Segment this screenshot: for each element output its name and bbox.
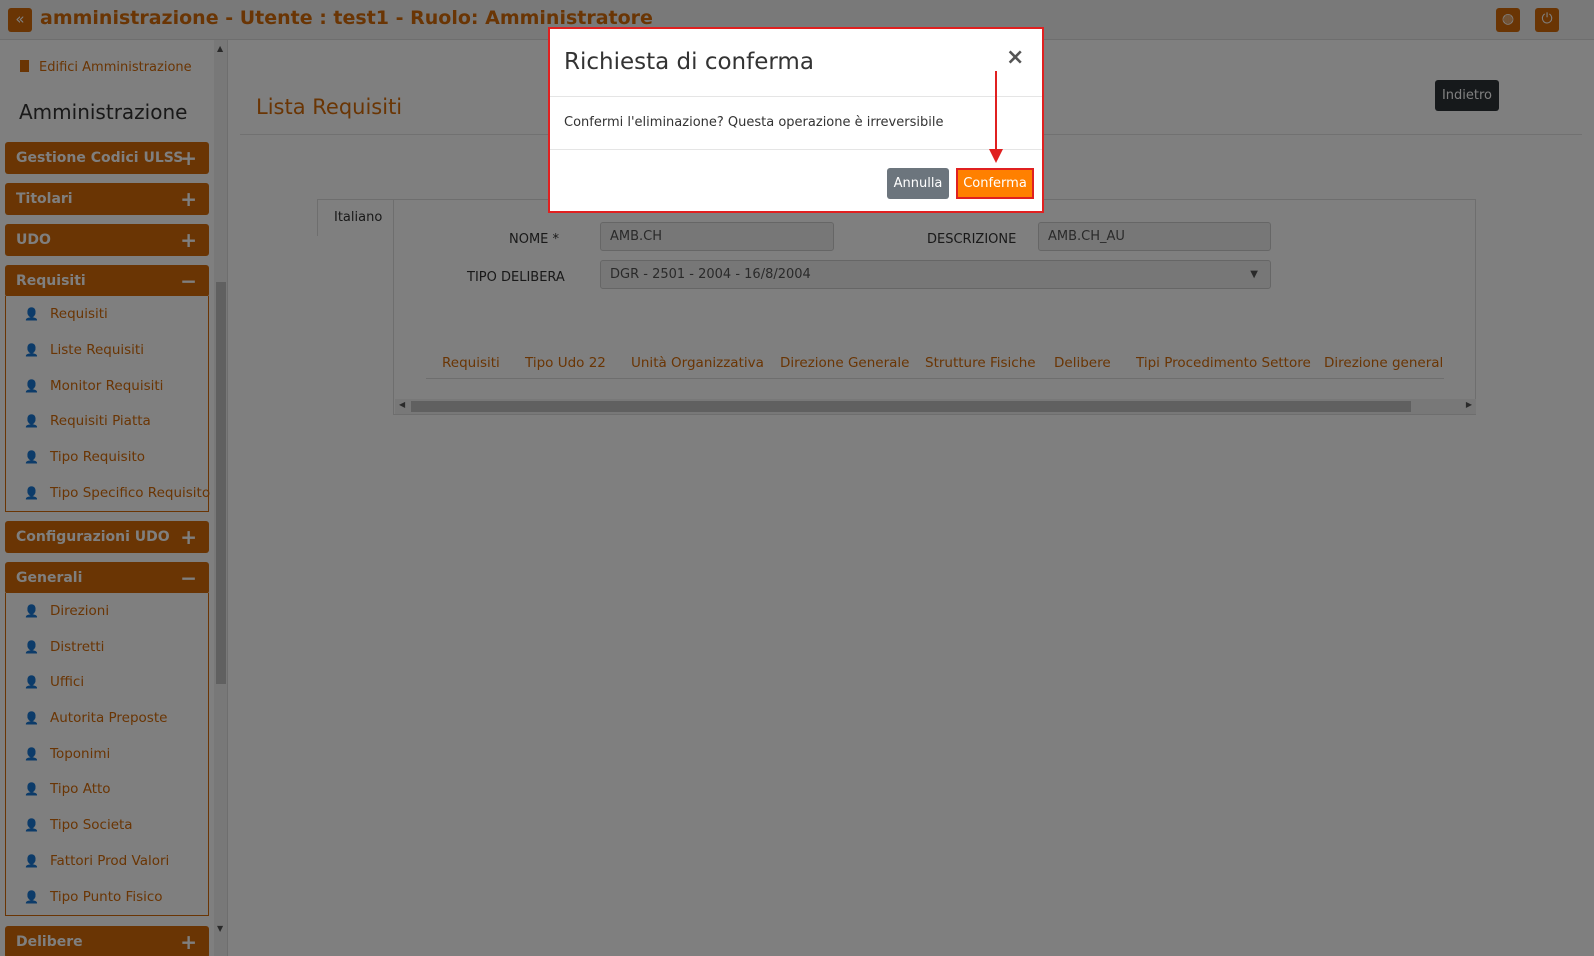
divider <box>550 96 1042 97</box>
confirm-button[interactable]: Conferma <box>956 168 1034 199</box>
dialog-title: Richiesta di conferma <box>564 49 814 75</box>
cancel-button[interactable]: Annulla <box>887 168 949 199</box>
close-icon[interactable]: × <box>1006 45 1024 70</box>
dialog-message: Confermi l'eliminazione? Questa operazio… <box>564 115 944 130</box>
divider <box>550 149 1042 150</box>
confirm-dialog: Richiesta di conferma × Confermi l'elimi… <box>548 27 1044 213</box>
